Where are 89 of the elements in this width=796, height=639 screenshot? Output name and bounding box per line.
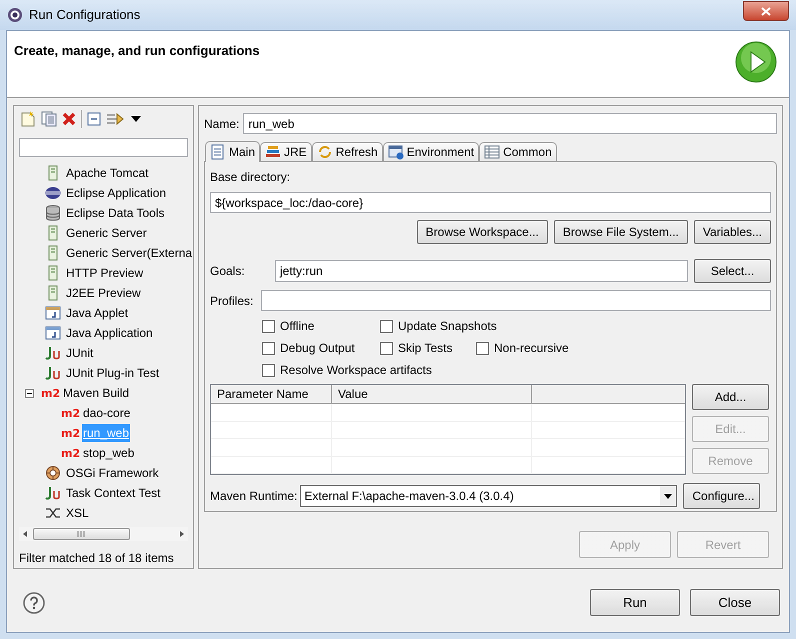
- maven-runtime-dropdown[interactable]: External F:\apache-maven-3.0.4 (3.0.4): [300, 485, 678, 507]
- junit-icon: [45, 485, 61, 501]
- table-icon: [484, 144, 500, 160]
- tab[interactable]: Environment: [382, 142, 480, 161]
- junit-icon: [45, 365, 61, 381]
- checkbox[interactable]: [380, 320, 393, 332]
- profiles-label: Profiles:: [210, 292, 254, 310]
- tree-item[interactable]: HTTP Preview: [65, 264, 144, 282]
- tree-item[interactable]: Eclipse Application: [65, 184, 168, 202]
- checkbox[interactable]: [262, 342, 275, 354]
- tree-item[interactable]: J2EE Preview: [65, 284, 142, 302]
- maven-icon: m2: [61, 448, 78, 458]
- window-title: Run Configurations: [29, 6, 142, 24]
- new-document-icon[interactable]: [20, 111, 36, 127]
- tree-item[interactable]: dao-core: [82, 404, 132, 422]
- maven-icon: m2: [61, 408, 78, 418]
- configure-button[interactable]: Configure...: [683, 483, 760, 509]
- window-icon: [388, 144, 404, 160]
- button[interactable]: Run: [590, 589, 680, 616]
- maven-icon: m2: [61, 428, 78, 438]
- duplicate-icon[interactable]: [41, 111, 57, 127]
- base-directory-label: Base directory:: [210, 169, 292, 186]
- horizontal-scrollbar[interactable]: [19, 527, 188, 541]
- applet-icon: [45, 305, 61, 321]
- profiles-field[interactable]: [261, 290, 771, 311]
- collapse-all-icon[interactable]: [87, 112, 101, 126]
- filter-icon[interactable]: [106, 111, 126, 127]
- tree-item[interactable]: Generic Server: [65, 224, 148, 242]
- close-icon: [761, 6, 771, 16]
- checkbox-label: Debug Output: [280, 340, 355, 357]
- books-icon: [265, 144, 282, 160]
- junit-icon: [45, 345, 61, 361]
- button[interactable]: Add...: [692, 384, 769, 410]
- close-button[interactable]: [743, 1, 789, 21]
- tree-item[interactable]: Apache Tomcat: [65, 164, 150, 182]
- checkbox-label: Non-recursive: [494, 340, 569, 357]
- tree-item[interactable]: Java Application: [65, 324, 154, 342]
- button[interactable]: Variables...: [694, 220, 771, 244]
- gear-wheel-icon: [45, 465, 61, 481]
- application-window-icon: [45, 325, 61, 341]
- play-icon: [735, 41, 777, 83]
- tab[interactable]: Refresh: [312, 142, 383, 161]
- select-button[interactable]: Select...: [694, 259, 771, 283]
- maven-runtime-label: Maven Runtime:: [210, 488, 298, 505]
- tab[interactable]: JRE: [260, 142, 312, 161]
- checkbox[interactable]: [476, 342, 489, 354]
- column-header[interactable]: Parameter Name: [211, 385, 332, 404]
- goals-label: Goals:: [210, 263, 246, 280]
- tree-item[interactable]: stop_web: [82, 444, 136, 462]
- refresh-icon: [316, 144, 333, 160]
- tab[interactable]: Main: [205, 141, 260, 162]
- filter-field[interactable]: [19, 138, 188, 157]
- button[interactable]: Close: [690, 589, 780, 616]
- grip-icon: [77, 531, 86, 537]
- tree-item[interactable]: Maven Build: [62, 384, 130, 402]
- checkbox-label: Offline: [280, 318, 314, 335]
- name-label: Name:: [204, 116, 240, 132]
- scrollbar-thumb[interactable]: [33, 528, 130, 540]
- eclipse-icon: [45, 185, 61, 201]
- checkbox-label: Update Snapshots: [398, 318, 497, 335]
- tree-item[interactable]: Task Context Test: [65, 484, 162, 502]
- checkbox[interactable]: [262, 364, 275, 376]
- tree-item[interactable]: Java Applet: [65, 304, 130, 322]
- delete-icon[interactable]: [62, 112, 76, 126]
- database-icon: [45, 205, 61, 221]
- checkbox[interactable]: [262, 320, 275, 332]
- checkbox[interactable]: [380, 342, 393, 354]
- goals-field[interactable]: jetty:run: [275, 260, 688, 282]
- tree-item[interactable]: XSL: [65, 504, 90, 522]
- tree-item[interactable]: OSGi Framework: [65, 464, 160, 482]
- base-directory-field[interactable]: ${workspace_loc:/dao-core}: [210, 192, 771, 213]
- maven-icon: m2: [41, 388, 58, 398]
- collapse-icon[interactable]: [25, 388, 34, 398]
- button[interactable]: Browse File System...: [554, 220, 688, 244]
- name-field[interactable]: run_web: [243, 113, 777, 134]
- tab[interactable]: Common: [479, 142, 557, 161]
- tree-item[interactable]: Eclipse Data Tools: [65, 204, 166, 222]
- tree-item[interactable]: JUnit: [65, 344, 94, 362]
- checkbox-label: Resolve Workspace artifacts: [280, 362, 432, 379]
- button[interactable]: Browse Workspace...: [416, 220, 548, 244]
- tree-item[interactable]: JUnit Plug-in Test: [65, 364, 160, 382]
- dropdown-arrow-icon[interactable]: [131, 116, 141, 122]
- filter-status: Filter matched 18 of 18 items: [19, 550, 175, 567]
- help-icon[interactable]: [23, 592, 45, 614]
- document-icon: [210, 144, 226, 160]
- tree-item[interactable]: Generic Server(Externa: [65, 244, 194, 262]
- column-header[interactable]: Value: [332, 385, 532, 404]
- checkbox-label: Skip Tests: [398, 340, 452, 357]
- header-title: Create, manage, and run configurations: [14, 42, 260, 60]
